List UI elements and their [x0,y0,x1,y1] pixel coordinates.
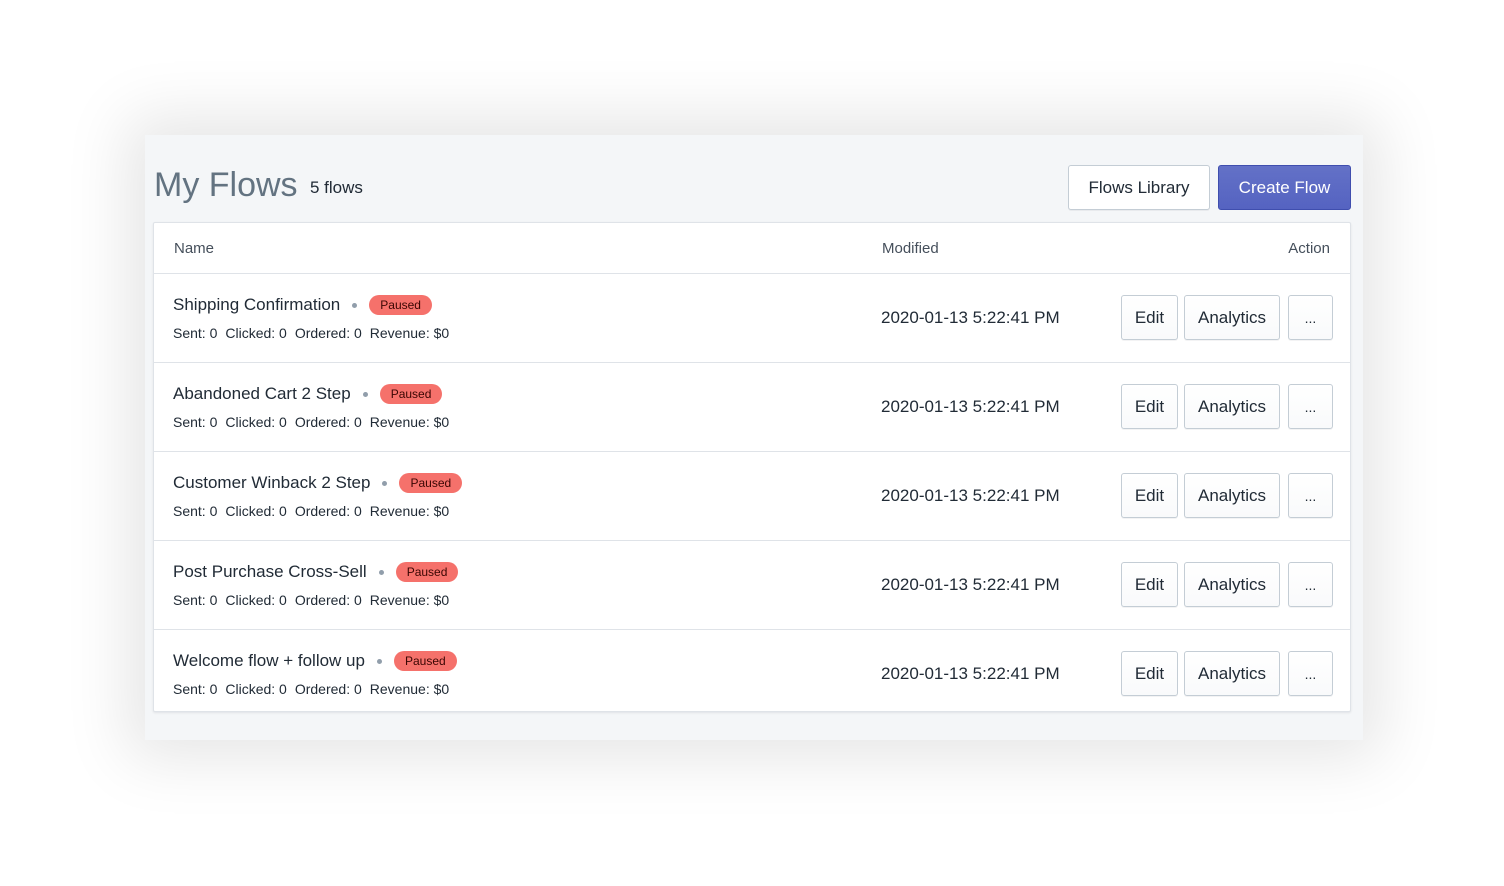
stat-ordered: Ordered: 0 [294,325,362,341]
modified-date: 2020-01-13 5:22:41 PM [881,308,1060,327]
table-row: Shipping Confirmation Paused Sent: 0 Clic… [154,274,1350,363]
flow-stats: Sent: 0 Clicked: 0 Ordered: 0 Revenue: $0 [173,325,457,341]
separator-dot-icon [362,391,368,397]
flow-name[interactable]: Abandoned Cart 2 Step [173,383,351,405]
status-badge: Paused [399,473,463,493]
flows-panel: My Flows 5 flows Flows Library Create Fl… [145,135,1363,740]
status-badge: Paused [369,295,432,315]
more-actions-button[interactable]: ... [1288,651,1333,696]
more-actions-button[interactable]: ... [1288,562,1333,607]
separator-dot-icon [376,658,382,664]
stat-clicked: Clicked: 0 [225,592,287,608]
modified-date: 2020-01-13 5:22:41 PM [881,664,1060,683]
stat-clicked: Clicked: 0 [225,414,287,430]
stat-sent: Sent: 0 [173,592,218,608]
stat-ordered: Ordered: 0 [294,503,362,519]
more-actions-button[interactable]: ... [1288,384,1333,429]
flow-stats: Sent: 0 Clicked: 0 Ordered: 0 Revenue: $0 [173,592,457,608]
table-row: Post Purchase Cross-Sell Paused Sent: 0 C… [154,541,1350,630]
separator-dot-icon [382,480,388,486]
column-header-modified: Modified [882,240,939,257]
separator-dot-icon [378,569,384,575]
table-row: Welcome flow + follow up Paused Sent: 0 C… [154,630,1350,718]
flow-stats: Sent: 0 Clicked: 0 Ordered: 0 Revenue: $0 [173,503,457,519]
flow-count: 5 flows [310,178,363,197]
edit-button[interactable]: Edit [1121,562,1178,607]
flow-stats: Sent: 0 Clicked: 0 Ordered: 0 Revenue: $0 [173,681,457,697]
edit-button[interactable]: Edit [1121,295,1178,340]
stat-sent: Sent: 0 [173,325,218,341]
flow-name-line: Welcome flow + follow up Paused [173,650,457,672]
flow-name[interactable]: Customer Winback 2 Step [173,472,370,494]
stat-revenue: Revenue: $0 [369,503,450,519]
status-badge: Paused [393,651,457,671]
table-header: Name Modified Action [154,223,1350,274]
stat-sent: Sent: 0 [173,414,218,430]
flow-name-line: Customer Winback 2 Step Paused [173,472,463,494]
stat-sent: Sent: 0 [173,503,218,519]
table-row: Abandoned Cart 2 Step Paused Sent: 0 Clic… [154,363,1350,452]
modified-date: 2020-01-13 5:22:41 PM [881,486,1060,505]
stat-clicked: Clicked: 0 [225,325,287,341]
flows-table: Name Modified Action Shipping Confirmati… [153,222,1351,712]
stat-revenue: Revenue: $0 [369,414,450,430]
modified-date: 2020-01-13 5:22:41 PM [881,397,1060,416]
stat-revenue: Revenue: $0 [369,325,450,341]
analytics-button[interactable]: Analytics [1184,562,1280,607]
status-badge: Paused [379,384,443,404]
edit-button[interactable]: Edit [1121,384,1178,429]
stat-revenue: Revenue: $0 [369,681,450,697]
stat-clicked: Clicked: 0 [225,503,287,519]
screen: My Flows 5 flows Flows Library Create Fl… [0,0,1504,886]
edit-button[interactable]: Edit [1121,651,1178,696]
stat-ordered: Ordered: 0 [294,414,362,430]
flow-name[interactable]: Welcome flow + follow up [173,650,365,672]
create-flow-button[interactable]: Create Flow [1218,165,1351,210]
flow-name-line: Post Purchase Cross-Sell Paused [173,561,459,583]
separator-dot-icon [352,302,358,308]
modified-date: 2020-01-13 5:22:41 PM [881,575,1060,594]
column-header-action: Action [1288,240,1330,257]
flow-name[interactable]: Shipping Confirmation [173,294,340,316]
status-badge: Paused [395,562,459,582]
table-row: Customer Winback 2 Step Paused Sent: 0 Cl… [154,452,1350,541]
flows-library-button[interactable]: Flows Library [1068,165,1210,210]
flow-name[interactable]: Post Purchase Cross-Sell [173,561,367,583]
edit-button[interactable]: Edit [1121,473,1178,518]
page-header: My Flows 5 flows Flows Library Create Fl… [145,135,1363,222]
column-header-name: Name [174,240,215,257]
analytics-button[interactable]: Analytics [1184,295,1280,340]
page-title: My Flows [154,166,298,204]
stat-sent: Sent: 0 [173,681,218,697]
flow-name-line: Shipping Confirmation Paused [173,294,432,316]
stat-revenue: Revenue: $0 [369,592,450,608]
more-actions-button[interactable]: ... [1288,473,1333,518]
stat-ordered: Ordered: 0 [294,592,362,608]
analytics-button[interactable]: Analytics [1184,384,1280,429]
stat-ordered: Ordered: 0 [294,681,362,697]
flow-name-line: Abandoned Cart 2 Step Paused [173,383,443,405]
flow-stats: Sent: 0 Clicked: 0 Ordered: 0 Revenue: $0 [173,414,457,430]
analytics-button[interactable]: Analytics [1184,473,1280,518]
stat-clicked: Clicked: 0 [225,681,287,697]
more-actions-button[interactable]: ... [1288,295,1333,340]
analytics-button[interactable]: Analytics [1184,651,1280,696]
